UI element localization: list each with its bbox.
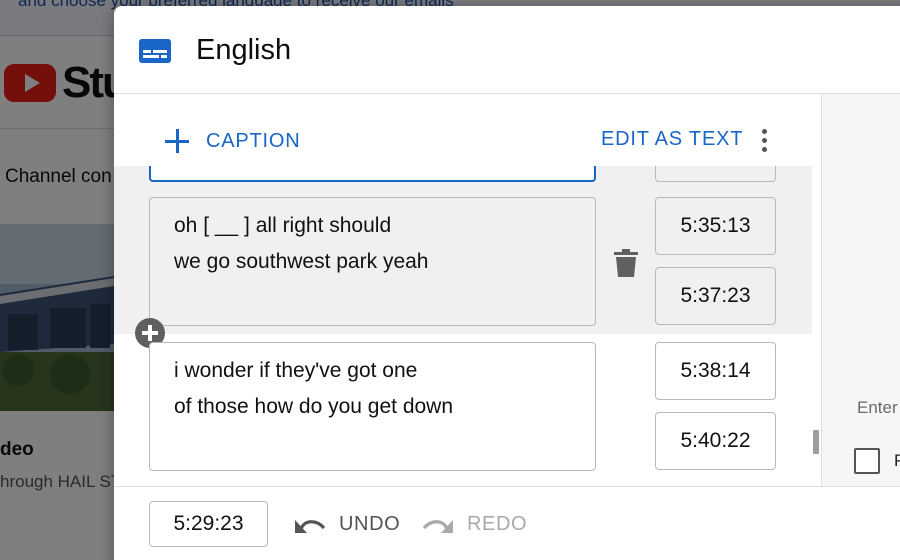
caption-end-time[interactable]: 5:40:22 xyxy=(655,412,776,470)
subtitle-editor-dialog: English CAPTION EDIT AS TEXT Enter P oh … xyxy=(114,6,900,560)
side-panel: Enter P xyxy=(822,94,900,486)
dot xyxy=(762,147,767,152)
caption-text-input[interactable]: i wonder if they've got one of those how… xyxy=(149,342,596,471)
subtitles-icon xyxy=(139,39,171,63)
editor-footer: 5:29:23 UNDO REDO xyxy=(114,486,900,560)
caption-start-time[interactable]: 5:35:13 xyxy=(655,197,776,255)
caption-end-time[interactable]: 5:37:23 xyxy=(655,267,776,325)
undo-icon xyxy=(295,519,326,533)
add-caption-label: CAPTION xyxy=(206,129,301,152)
dot xyxy=(762,138,767,143)
plus-icon xyxy=(164,128,190,154)
undo-label: UNDO xyxy=(339,513,401,535)
side-checkbox[interactable] xyxy=(854,448,880,474)
caption-line: oh [ __ ] all right should xyxy=(174,214,392,237)
dot xyxy=(762,129,767,134)
caption-text-input[interactable] xyxy=(149,166,596,182)
caption-toolbar: CAPTION EDIT AS TEXT xyxy=(114,94,822,166)
dialog-header: English xyxy=(114,6,900,94)
scrollbar-thumb[interactable] xyxy=(813,430,819,454)
undo-button[interactable]: UNDO xyxy=(294,513,400,536)
trash-icon[interactable] xyxy=(613,248,639,278)
dialog-title: English xyxy=(196,34,292,66)
caption-line: i wonder if they've got one xyxy=(174,359,418,382)
redo-icon xyxy=(422,519,453,533)
side-checkbox-label: P xyxy=(894,451,900,470)
more-vert-icon[interactable] xyxy=(754,127,774,153)
caption-line: we go southwest park yeah xyxy=(174,250,429,273)
caption-list: oh [ __ ] all right should we go southwe… xyxy=(114,166,822,486)
caption-line: of those how do you get down xyxy=(174,395,454,418)
edit-as-text-button[interactable]: EDIT AS TEXT xyxy=(601,128,743,151)
caption-end-time[interactable] xyxy=(655,166,776,182)
side-input-placeholder[interactable]: Enter xyxy=(857,398,898,418)
add-caption-button[interactable]: CAPTION xyxy=(164,126,301,156)
redo-button[interactable]: REDO xyxy=(422,513,527,536)
redo-label: REDO xyxy=(467,513,528,535)
caption-start-time[interactable]: 5:38:14 xyxy=(655,342,776,400)
current-time-field[interactable]: 5:29:23 xyxy=(149,501,268,547)
caption-text-input[interactable]: oh [ __ ] all right should we go southwe… xyxy=(149,197,596,326)
